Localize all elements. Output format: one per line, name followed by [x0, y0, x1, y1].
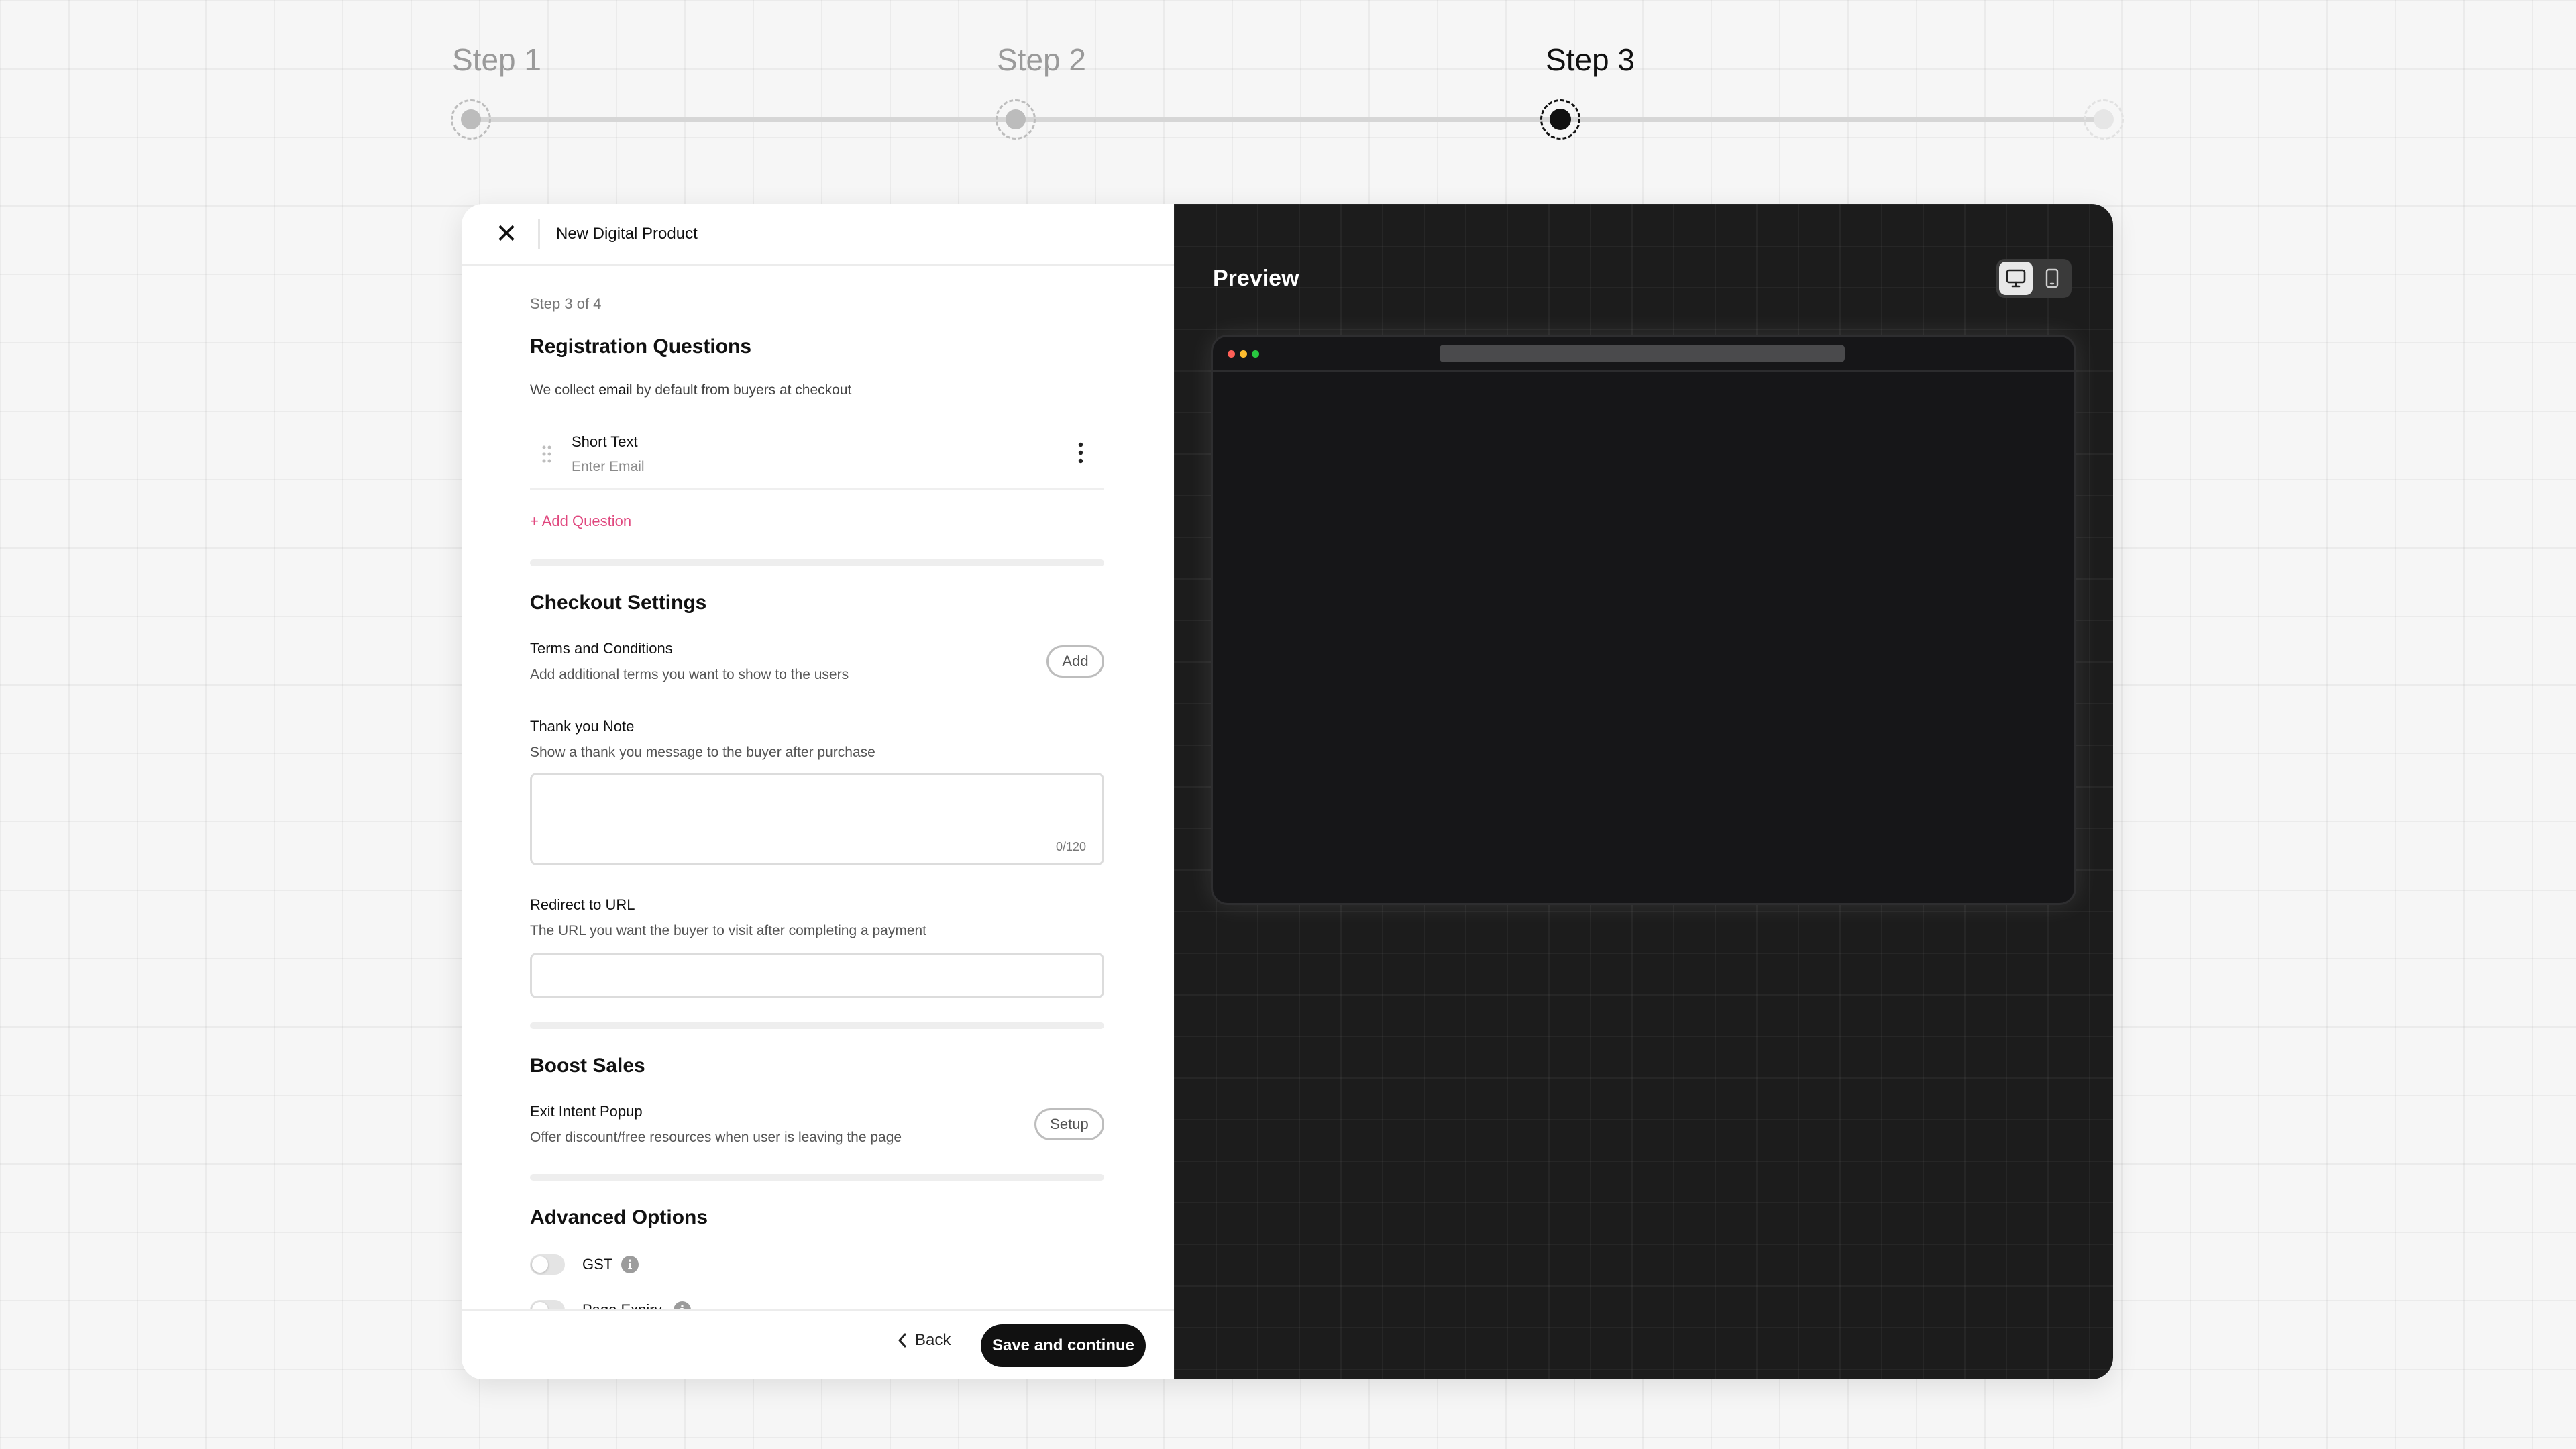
close-icon: ✕ — [495, 219, 518, 249]
more-vertical-icon[interactable] — [1076, 441, 1085, 468]
redirect-url-input[interactable] — [530, 953, 1104, 998]
browser-address-bar — [1440, 345, 1845, 362]
preview-title: Preview — [1213, 266, 1299, 291]
step-2-indicator[interactable] — [996, 99, 1036, 140]
mobile-view-button[interactable] — [2035, 262, 2069, 295]
registration-desc-prefix: We collect — [530, 382, 599, 398]
drag-handle-icon[interactable] — [541, 444, 553, 468]
browser-preview-frame — [1213, 337, 2074, 903]
back-label: Back — [915, 1331, 951, 1349]
section-divider — [530, 1174, 1104, 1181]
terms-title: Terms and Conditions — [530, 640, 673, 657]
question-placeholder: Enter Email — [572, 459, 645, 474]
step-count: Step 3 of 4 — [530, 295, 602, 312]
editor-header: ✕ New Digital Product — [462, 204, 1174, 266]
registration-title: Registration Questions — [530, 335, 752, 358]
device-switcher — [1996, 259, 2072, 298]
browser-minimize-dot — [1240, 350, 1247, 358]
add-question-link[interactable]: + Add Question — [530, 513, 631, 530]
thank-you-description: Show a thank you message to the buyer af… — [530, 745, 875, 760]
registration-desc-suffix: by default from buyers at checkout — [632, 382, 852, 398]
save-and-continue-button[interactable]: Save and continue — [981, 1324, 1146, 1367]
stepper-track — [471, 117, 2104, 122]
step-1-label: Step 1 — [452, 42, 541, 77]
registration-desc-bold: email — [598, 382, 633, 398]
redirect-description: The URL you want the buyer to visit afte… — [530, 923, 927, 938]
boost-title: Boost Sales — [530, 1055, 645, 1077]
step-1-indicator[interactable] — [451, 99, 491, 140]
progress-stepper: Step 1 Step 2 Step 3 — [0, 0, 2576, 174]
editor-title: New Digital Product — [556, 225, 698, 243]
gst-toggle[interactable] — [530, 1254, 565, 1275]
registration-description: We collect email by default from buyers … — [530, 382, 851, 398]
redirect-title: Redirect to URL — [530, 896, 635, 913]
exit-intent-setup-button[interactable]: Setup — [1034, 1108, 1104, 1140]
terms-add-button[interactable]: Add — [1046, 645, 1104, 678]
question-item[interactable]: Short Text Enter Email — [530, 419, 1104, 490]
terms-description: Add additional terms you want to show to… — [530, 667, 849, 682]
phone-icon — [2045, 268, 2059, 288]
exit-intent-title: Exit Intent Popup — [530, 1103, 643, 1120]
question-type: Short Text — [572, 433, 638, 450]
product-editor-card: ✕ New Digital Product Step 3 of 4 Regist… — [462, 204, 2113, 1379]
checkout-title: Checkout Settings — [530, 592, 707, 614]
form-footer: Back Save and continue — [462, 1309, 1174, 1379]
thank-you-char-counter: 0/120 — [1055, 840, 1086, 853]
section-divider — [530, 1022, 1104, 1029]
thank-you-textarea[interactable]: 0/120 — [530, 773, 1104, 865]
form-panel: ✕ New Digital Product Step 3 of 4 Regist… — [462, 204, 1174, 1379]
browser-maximize-dot — [1252, 350, 1259, 358]
close-button[interactable]: ✕ — [491, 219, 522, 250]
gst-label: GST — [582, 1256, 613, 1273]
info-icon[interactable]: i — [621, 1256, 639, 1273]
monitor-icon — [2006, 269, 2026, 288]
form-scroll-area[interactable]: Step 3 of 4 Registration Questions We co… — [530, 264, 1106, 1311]
desktop-view-button[interactable] — [1999, 262, 2033, 295]
step-4-indicator — [2084, 99, 2124, 140]
step-3-indicator[interactable] — [1540, 99, 1580, 140]
advanced-title: Advanced Options — [530, 1206, 708, 1228]
chevron-left-icon — [898, 1333, 906, 1348]
back-button[interactable]: Back — [898, 1331, 951, 1350]
header-divider — [538, 219, 540, 249]
browser-toolbar — [1213, 337, 2074, 372]
thank-you-title: Thank you Note — [530, 718, 635, 735]
preview-panel: Preview — [1174, 204, 2113, 1379]
section-divider — [530, 559, 1104, 566]
exit-intent-description: Offer discount/free resources when user … — [530, 1130, 902, 1145]
step-3-label: Step 3 — [1546, 42, 1635, 77]
step-2-label: Step 2 — [997, 42, 1086, 77]
browser-close-dot — [1228, 350, 1235, 358]
